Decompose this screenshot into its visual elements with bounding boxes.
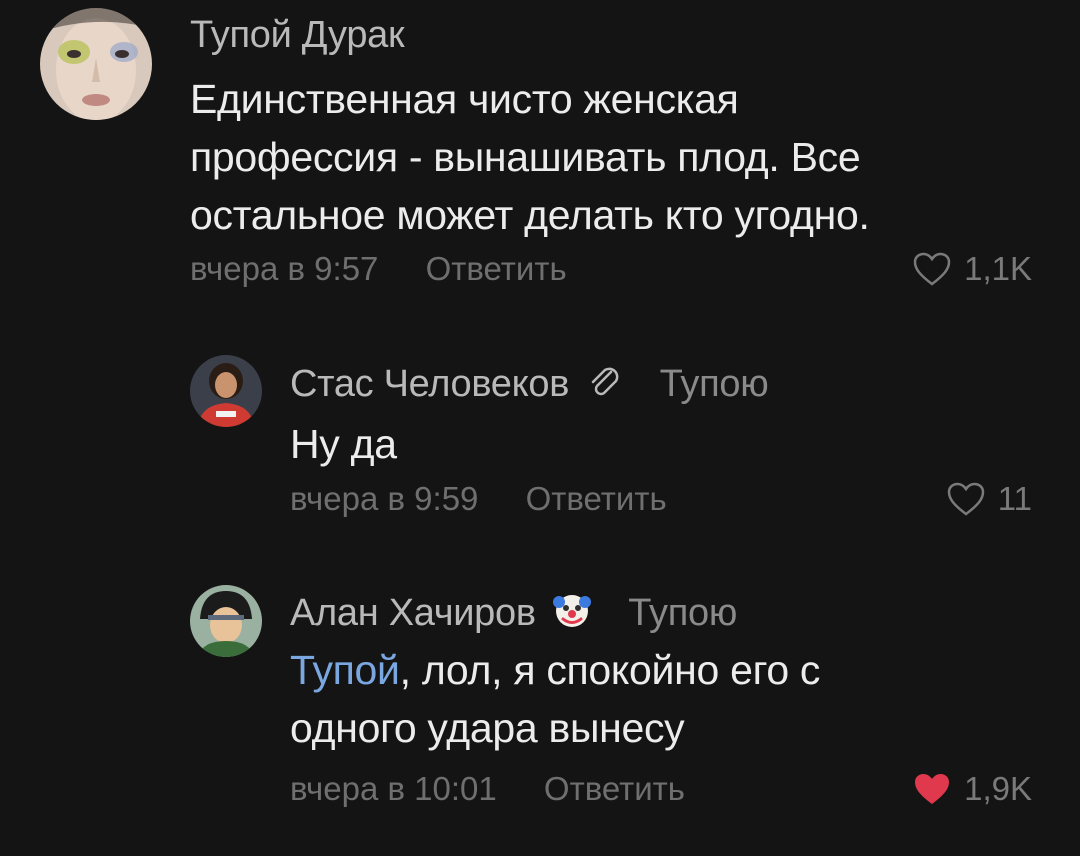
comment-meta: вчера в 9:59 Ответить [290,480,667,518]
paperclip-icon [585,362,623,410]
like-button[interactable]: 11 [946,480,1032,518]
avatar-image [190,585,262,657]
reply-button[interactable]: Ответить [544,770,685,807]
comment-line: остальное может делать кто угодно. [190,192,870,238]
comment-text: Ну да [290,415,397,473]
clown-emoji-icon [552,590,592,640]
author-name-text[interactable]: Алан Хачиров [290,592,536,634]
comment-line: Ну да [290,421,397,467]
heart-outline-icon [947,482,984,516]
like-count: 11 [997,480,1032,517]
author-name[interactable]: Стас Человеков Тупою [290,362,769,410]
timestamp: вчера в 9:59 [290,480,479,517]
comment-meta: вчера в 10:01 Ответить [290,770,685,808]
avatar-image [190,355,262,427]
avatar-image [40,8,152,120]
author-name[interactable]: Тупой Дурак [190,14,405,57]
comment-line: одного удара вынесу [290,705,685,751]
timestamp: вчера в 10:01 [290,770,497,807]
reply-to-link[interactable]: Тупою [628,592,737,634]
timestamp: вчера в 9:57 [190,250,379,287]
like-button[interactable]: 1,1K [912,250,1032,288]
heart-filled-icon [915,774,950,804]
author-name-text[interactable]: Тупой Дурак [190,14,405,56]
author-name-text[interactable]: Стас Человеков [290,363,569,405]
comment-line-text: , лол, я спокойно его с [399,647,821,693]
reply-button[interactable]: Ответить [526,480,667,517]
comment-line: Единственная чисто женская [190,76,739,122]
comments-screen: Тупой Дурак Единственная чисто женская п… [0,0,1080,856]
comment-text: Единственная чисто женская профессия - в… [190,70,870,244]
like-count: 1,1K [964,250,1032,287]
author-name[interactable]: Алан Хачиров Тупою [290,590,737,640]
avatar[interactable] [40,8,152,120]
like-count: 1,9K [964,770,1032,807]
avatar[interactable] [190,355,262,427]
comment-line: Тупой, лол, я спокойно его с [290,641,820,699]
comment-text: Тупой, лол, я спокойно его с одного удар… [290,641,820,757]
avatar[interactable] [190,585,262,657]
mention-link[interactable]: Тупой [290,647,400,693]
like-button[interactable]: 1,9K [912,770,1032,808]
comment-line: профессия - вынашивать плод. Все [190,134,861,180]
reply-to-link[interactable]: Тупою [660,363,769,405]
reply-button[interactable]: Ответить [426,250,567,287]
comment-meta: вчера в 9:57 Ответить [190,250,567,288]
heart-outline-icon [913,252,951,286]
